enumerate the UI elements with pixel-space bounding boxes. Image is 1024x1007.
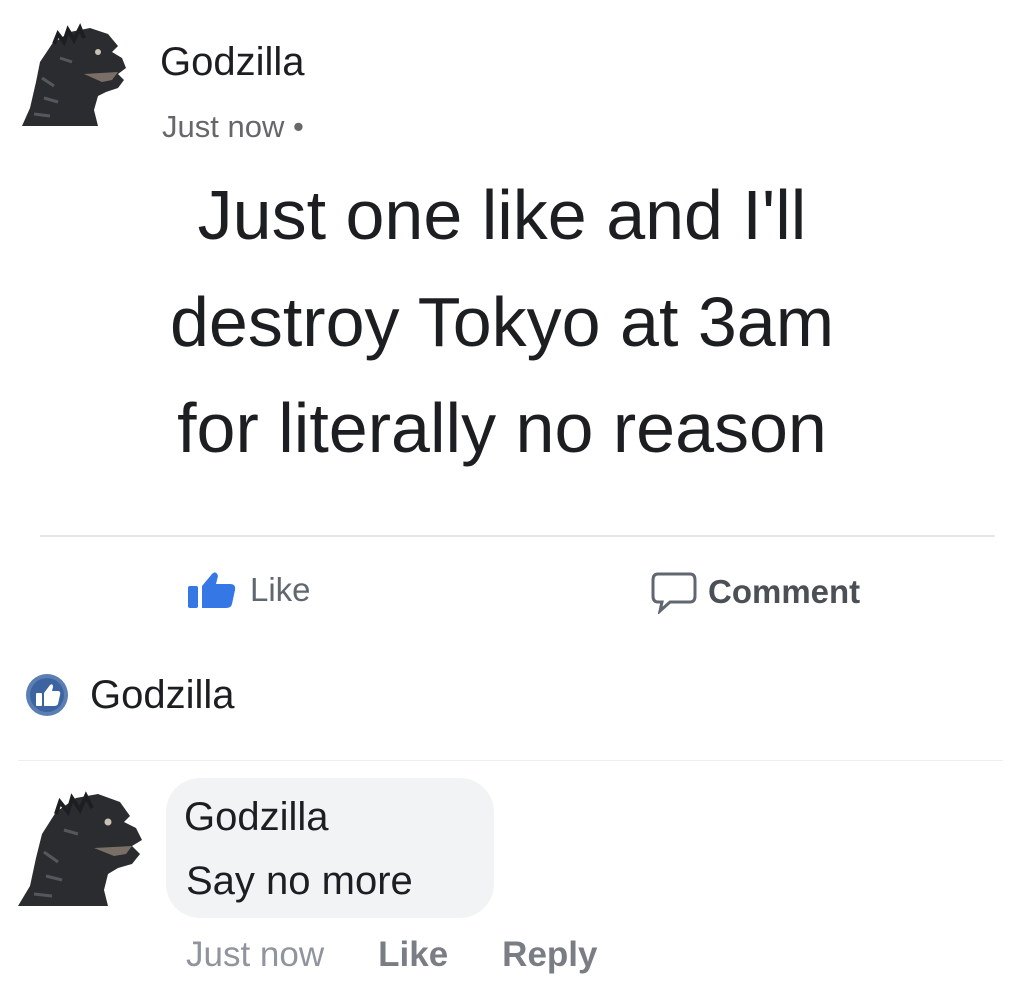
meta-separator: • (292, 109, 304, 144)
post-text-line-3: for literally no reason (177, 389, 827, 467)
reaction-names[interactable]: Godzilla (90, 670, 235, 720)
post-timestamp[interactable]: Just now • (162, 108, 304, 146)
post-author-name[interactable]: Godzilla (160, 38, 305, 86)
comment-button[interactable]: Comment (650, 570, 860, 614)
like-button[interactable]: Like (186, 570, 311, 610)
comment-icon (651, 572, 697, 614)
thumbs-up-icon (188, 572, 236, 608)
comment-author-name[interactable]: Godzilla (184, 792, 329, 842)
comment-text: Say no more (186, 859, 413, 903)
comment-reply-button[interactable]: Reply (502, 932, 597, 978)
post-text-line-1: Just one like and I'll (197, 176, 807, 254)
godzilla-avatar-icon[interactable] (14, 18, 134, 130)
comment-timestamp[interactable]: Just now (186, 932, 324, 978)
like-reaction-icon (26, 674, 68, 716)
comments-divider (18, 760, 1003, 761)
reaction-summary[interactable]: Godzilla (24, 670, 235, 720)
comment-like-button[interactable]: Like (378, 932, 448, 978)
comment-button-label: Comment (708, 573, 861, 610)
like-button-label: Like (250, 571, 311, 608)
commenter-avatar-icon[interactable] (12, 782, 148, 912)
comment-actions: Just now Like Reply (186, 932, 597, 978)
post-text-line-2: destroy Tokyo at 3am (169, 283, 835, 361)
action-divider (40, 535, 995, 537)
post-timestamp-text[interactable]: Just now (162, 109, 284, 144)
